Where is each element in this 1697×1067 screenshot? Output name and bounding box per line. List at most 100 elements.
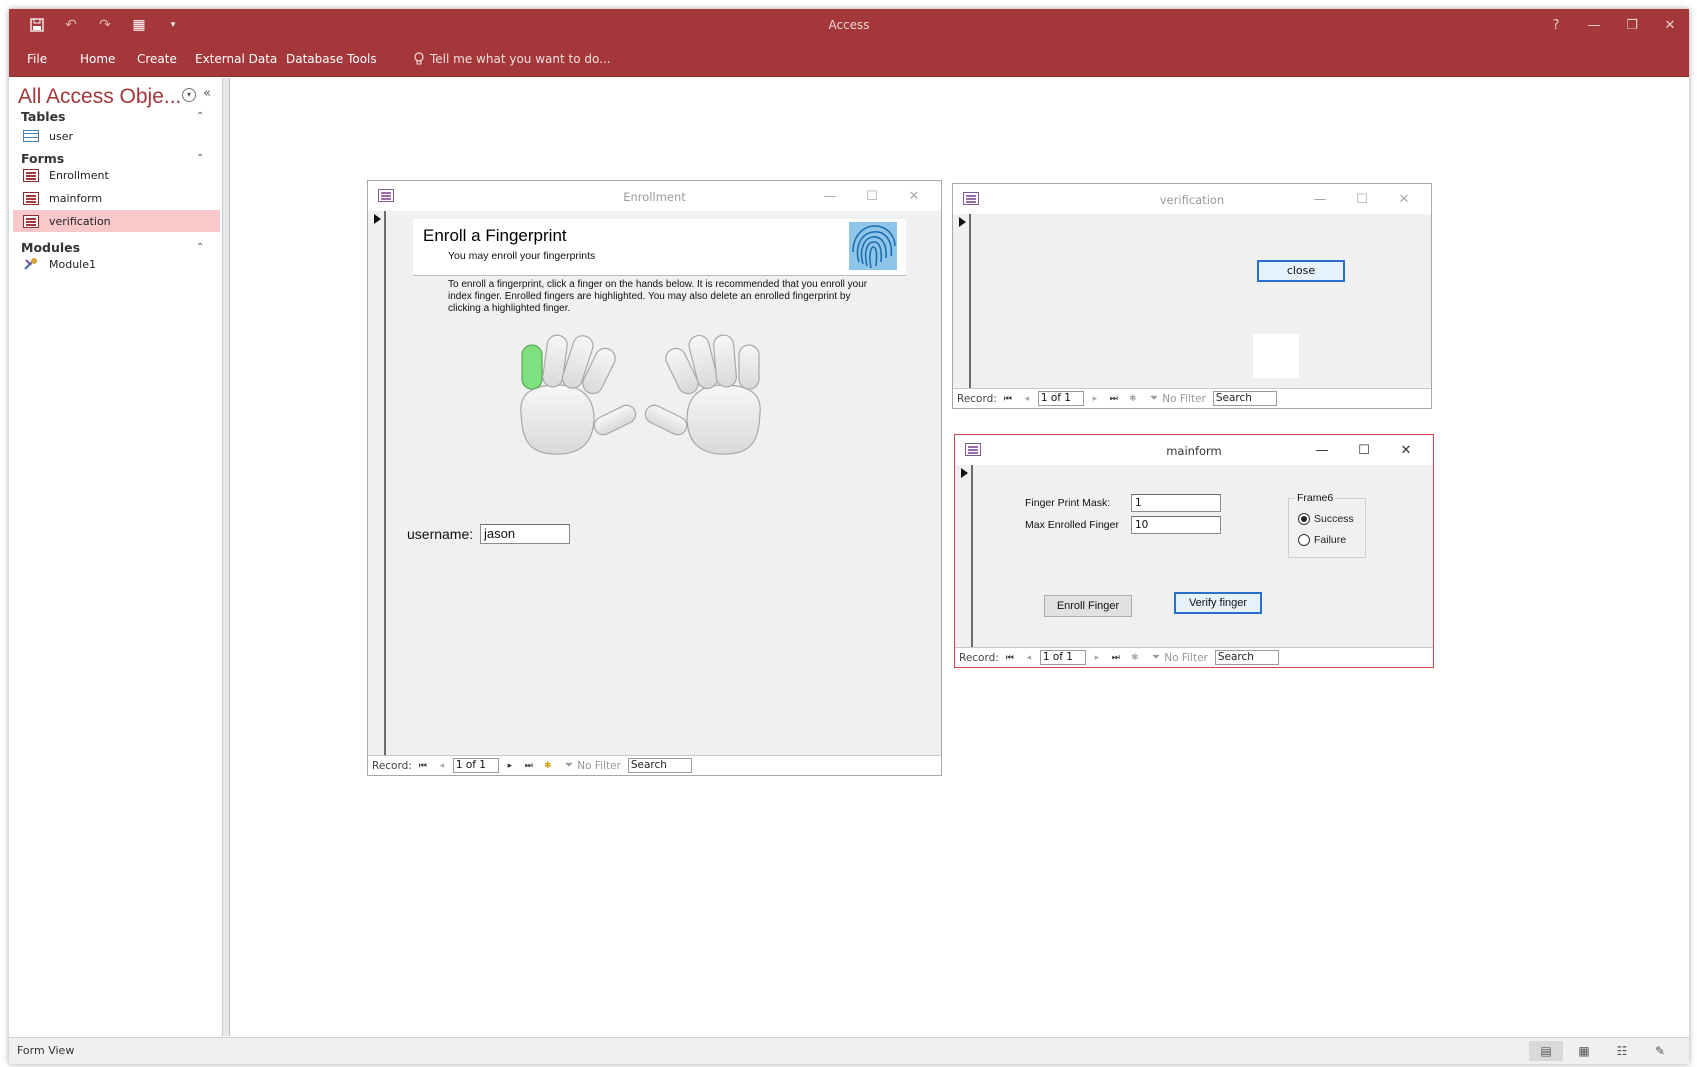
new-record-button[interactable]: ✱: [1127, 653, 1143, 663]
nav-item-verification[interactable]: verification: [13, 210, 220, 232]
success-radio[interactable]: [1298, 513, 1310, 525]
minimize-icon[interactable]: —: [1301, 440, 1343, 460]
last-record-button[interactable]: ⏭: [1106, 394, 1122, 404]
funnel-icon: ⏷: [1149, 392, 1159, 404]
previous-record-button[interactable]: ◂: [1019, 394, 1035, 404]
success-option[interactable]: Success: [1298, 513, 1354, 525]
tab-home[interactable]: Home: [80, 52, 115, 66]
help-icon[interactable]: ?: [1537, 9, 1575, 41]
username-label: username:: [407, 526, 474, 542]
right-thumb[interactable]: [642, 402, 689, 437]
form-view-icon[interactable]: ▤: [1529, 1041, 1563, 1061]
next-record-button[interactable]: ▸: [1089, 653, 1105, 663]
right-palm: [686, 384, 761, 455]
collapse-tables-icon[interactable]: ⌃: [196, 111, 204, 122]
fingerprint-icon: [849, 222, 897, 270]
nav-item-mainform[interactable]: mainform: [13, 187, 220, 209]
module-icon: [24, 258, 37, 270]
maximize-icon[interactable]: ☐: [1341, 189, 1383, 209]
nav-menu-dropdown-icon[interactable]: ▾: [182, 88, 196, 102]
table-icon: [23, 130, 39, 142]
failure-option[interactable]: Failure: [1298, 534, 1346, 546]
current-record-field[interactable]: 1 of 1: [1037, 391, 1084, 406]
current-record-field[interactable]: 1 of 1: [1039, 650, 1086, 665]
tab-database-tools[interactable]: Database Tools: [286, 52, 377, 66]
first-record-button[interactable]: ⏮: [1000, 394, 1016, 404]
previous-record-button[interactable]: ◂: [1021, 653, 1037, 663]
minimize-icon[interactable]: —: [1299, 189, 1341, 209]
search-box[interactable]: Search: [1212, 391, 1277, 406]
left-pinky-finger[interactable]: [521, 344, 543, 390]
nav-item-enrollment[interactable]: Enrollment: [13, 164, 220, 186]
close-icon[interactable]: ✕: [1385, 440, 1427, 460]
shutter-bar-collapse-icon[interactable]: «: [203, 86, 211, 101]
verification-title-bar[interactable]: verification — ☐ ✕: [953, 184, 1431, 214]
first-record-button[interactable]: ⏮: [415, 761, 431, 771]
nav-pane-title[interactable]: All Access Obje...: [18, 85, 181, 109]
mask-label: Finger Print Mask:: [1025, 497, 1111, 509]
previous-record-button[interactable]: ◂: [434, 761, 450, 771]
failure-radio[interactable]: [1298, 534, 1310, 546]
first-record-button[interactable]: ⏮: [1002, 653, 1018, 663]
close-button[interactable]: close: [1257, 260, 1345, 282]
enrollment-header-panel: Enroll a Fingerprint You may enroll your…: [413, 219, 906, 276]
enrollment-title-bar[interactable]: Enrollment — ☐ ✕: [368, 181, 941, 211]
design-view-icon[interactable]: ✎: [1643, 1041, 1677, 1061]
right-ring-finger[interactable]: [713, 334, 737, 388]
record-selector[interactable]: [953, 214, 971, 388]
close-icon[interactable]: ✕: [893, 186, 935, 206]
collapse-forms-icon[interactable]: ⌃: [196, 153, 204, 164]
max-enrolled-label: Max Enrolled Finger: [1025, 519, 1119, 531]
filter-toggle[interactable]: ⏷ No Filter: [1150, 392, 1206, 405]
max-enrolled-field[interactable]: 10: [1131, 516, 1221, 534]
nav-item-module1[interactable]: Module1: [13, 253, 220, 275]
minimize-icon[interactable]: —: [809, 186, 851, 206]
tab-external-data[interactable]: External Data: [195, 52, 277, 66]
datasheet-view-icon[interactable]: ▦: [1567, 1041, 1601, 1061]
new-record-button[interactable]: ✱: [540, 761, 556, 771]
tab-create[interactable]: Create: [137, 52, 177, 66]
record-selector[interactable]: [955, 465, 973, 647]
nav-pane-splitter[interactable]: [223, 78, 230, 1036]
nav-item-label: Module1: [49, 257, 96, 271]
last-record-button[interactable]: ⏭: [1108, 653, 1124, 663]
layout-view-icon[interactable]: ☷: [1605, 1041, 1639, 1061]
filter-toggle[interactable]: ⏷ No Filter: [565, 759, 621, 772]
right-pinky-finger[interactable]: [738, 344, 760, 390]
close-icon[interactable]: ✕: [1651, 9, 1689, 41]
tell-me-box[interactable]: Tell me what you want to do...: [414, 52, 611, 66]
next-record-button[interactable]: ▸: [1087, 394, 1103, 404]
next-record-button[interactable]: ▸: [502, 761, 518, 771]
enrollment-window-controls: — ☐ ✕: [809, 186, 935, 206]
mainform-title-bar[interactable]: mainform — ☐ ✕: [955, 435, 1433, 465]
nav-item-label: Enrollment: [49, 168, 109, 182]
status-text: Form View: [17, 1044, 75, 1057]
funnel-icon: ⏷: [564, 759, 574, 771]
search-box[interactable]: Search: [1214, 650, 1279, 665]
minimize-icon[interactable]: —: [1575, 9, 1613, 41]
verification-form-window: verification — ☐ ✕ close Record: ⏮ ◂ 1 o…: [952, 183, 1432, 409]
image-control: [1253, 334, 1299, 378]
tab-file[interactable]: File: [27, 52, 47, 66]
filter-toggle[interactable]: ⏷ No Filter: [1152, 651, 1208, 664]
username-field[interactable]: jason: [480, 524, 570, 544]
search-box[interactable]: Search: [627, 758, 692, 773]
last-record-button[interactable]: ⏭: [521, 761, 537, 771]
mask-field[interactable]: 1: [1131, 494, 1221, 512]
maximize-icon[interactable]: ☐: [851, 186, 893, 206]
nav-item-user[interactable]: user: [13, 125, 220, 147]
close-icon[interactable]: ✕: [1383, 189, 1425, 209]
nav-group-tables[interactable]: Tables: [21, 109, 66, 124]
enroll-finger-button[interactable]: Enroll Finger: [1044, 595, 1132, 617]
navigation-pane: All Access Obje... ▾ « Tables ⌃ user For…: [9, 78, 223, 1036]
new-record-button[interactable]: ✱: [1125, 394, 1141, 404]
restore-icon[interactable]: ❐: [1613, 9, 1651, 41]
record-selector[interactable]: [368, 211, 386, 755]
verify-finger-button[interactable]: Verify finger: [1174, 592, 1262, 614]
window-controls: ? — ❐ ✕: [1537, 9, 1689, 41]
maximize-icon[interactable]: ☐: [1343, 440, 1385, 460]
left-thumb[interactable]: [591, 402, 638, 437]
lightbulb-icon: [414, 52, 424, 65]
collapse-modules-icon[interactable]: ⌃: [196, 242, 204, 253]
current-record-field[interactable]: 1 of 1: [452, 758, 499, 773]
